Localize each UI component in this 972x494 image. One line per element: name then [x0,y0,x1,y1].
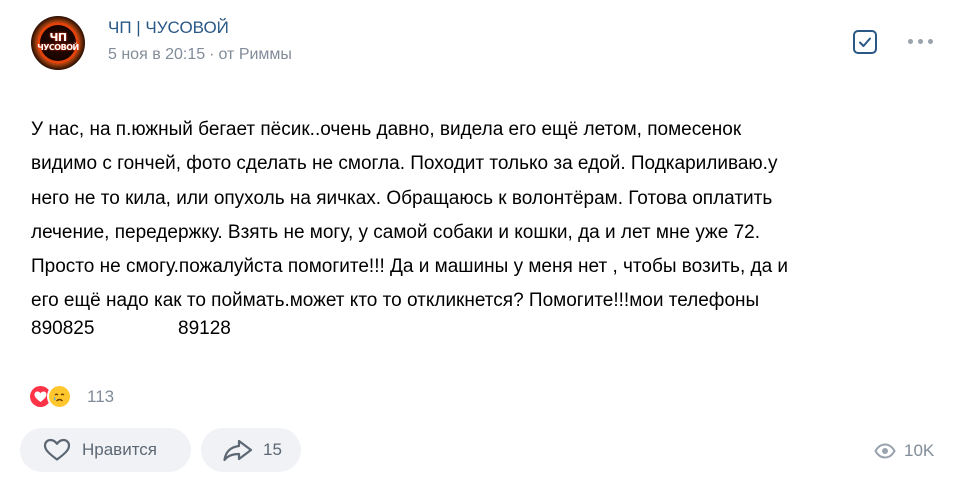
checkmark-icon [859,37,871,47]
views-count: 10K [904,441,935,460]
post-text-line: него не то кила, или опухоль на яичках. … [31,187,773,209]
heart-outline-icon [43,438,71,461]
post-text-line: У нас, на п.южный бегает пёсик..очень да… [31,119,742,140]
phone-numbers: 890825 89128 [31,318,231,340]
meta-separator: · [209,46,215,63]
post-meta: 5 ноя в 20:15 · от Риммы [108,46,292,64]
avatar-logo-line2: ЧУСОВОЙ [37,43,79,52]
reactions-count: 113 [87,387,115,406]
post-text-line: видимо с гончей, фото сделать не смогла.… [31,153,778,175]
share-count: 15 [263,440,282,459]
post-author: от Риммы [218,46,292,63]
phone-number-2: 89128 [178,318,231,339]
group-avatar[interactable]: ЧП ЧУСОВОЙ [31,16,85,70]
eye-icon [874,443,896,459]
like-button[interactable]: Нравится [20,428,191,472]
share-button[interactable]: 15 [201,428,301,472]
post-text-line: лечение, передержку. Взять не могу, у са… [31,221,760,243]
crying-face-reaction-icon [47,384,72,409]
phone-number-1: 890825 [31,318,95,339]
group-name-link[interactable]: ЧП | ЧУСОВОЙ [108,18,229,38]
post-header: ЧП ЧУСОВОЙ ЧП | ЧУСОВОЙ 5 ноя в 20:15 · от… [0,0,972,90]
post-text: У нас, на п.южный бегает пёсик..очень да… [31,113,946,319]
share-arrow-icon [223,439,253,462]
more-options-icon[interactable] [906,33,936,49]
post-text-line: его ещё надо как то поймать.может кто то… [31,290,760,312]
post-date[interactable]: 5 ноя в 20:15 [108,46,205,63]
checkbox-icon[interactable] [853,30,877,54]
avatar-logo: ЧП ЧУСОВОЙ [31,32,85,53]
like-button-label: Нравится [82,440,158,459]
post-text-line: Просто не смогу.пожалуйста помогите!!! Д… [31,256,789,278]
